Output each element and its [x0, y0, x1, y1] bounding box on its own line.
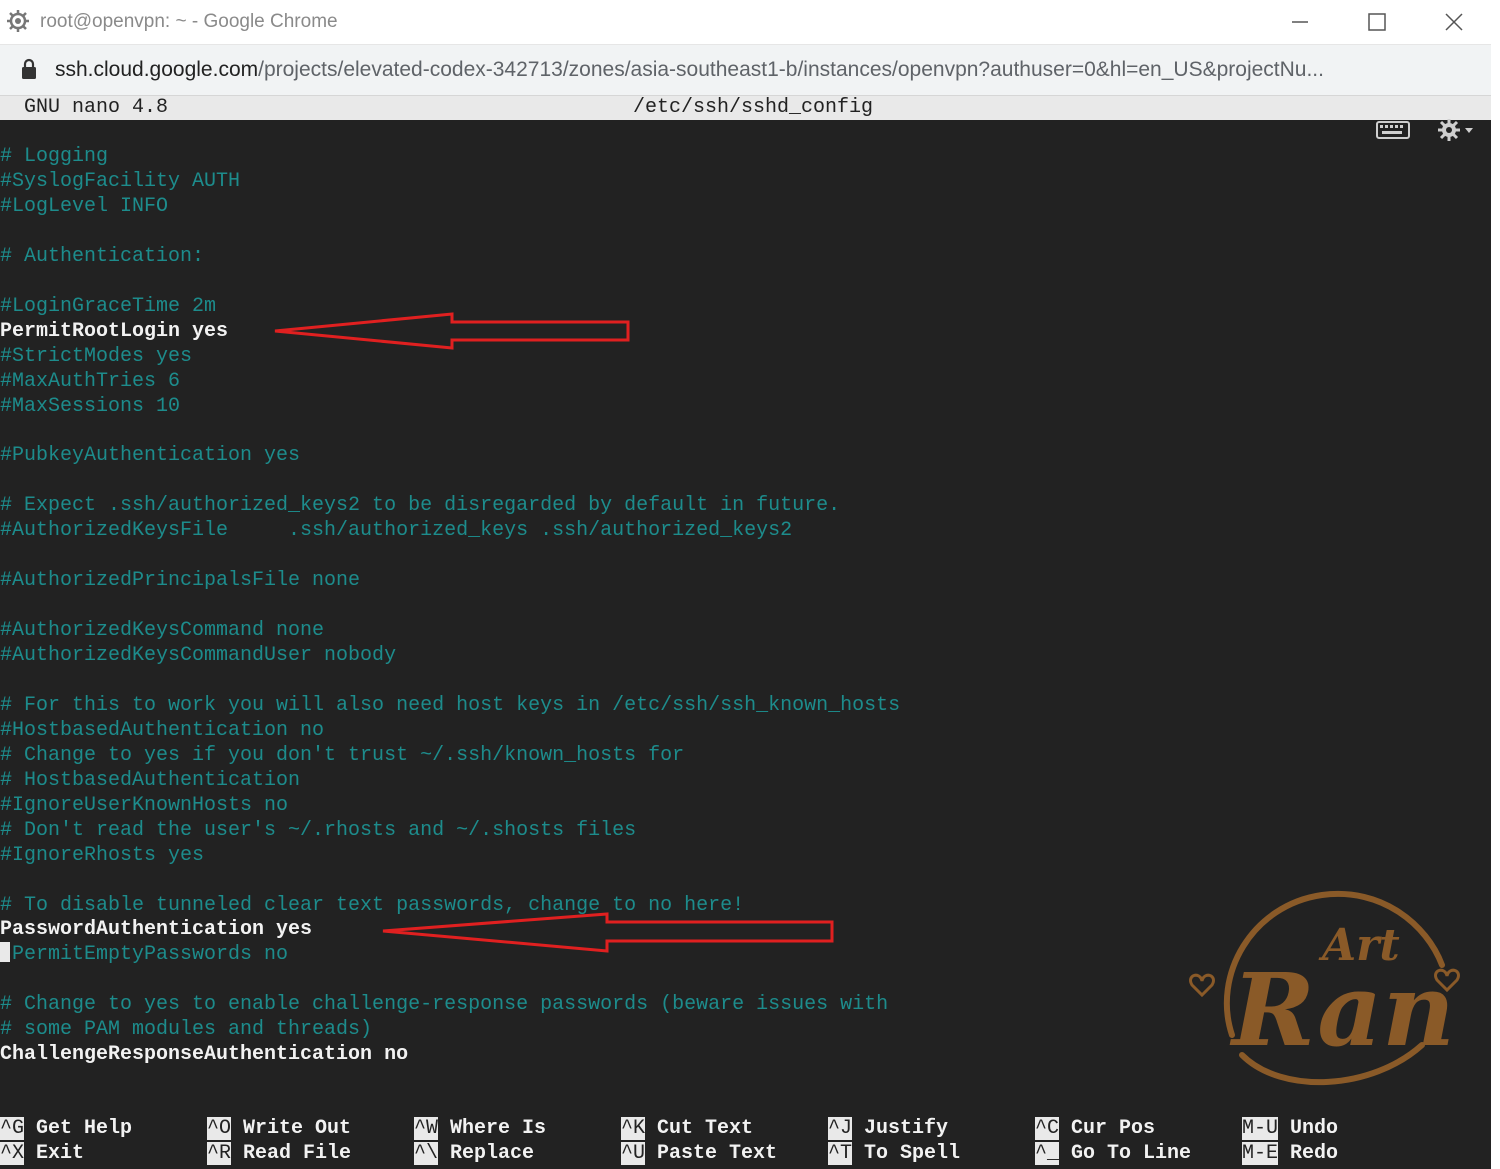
shortcut-item: ^U Paste Text [621, 1141, 777, 1166]
shortcut-label: Cur Pos [1071, 1117, 1156, 1140]
shortcut-label: Go To Line [1071, 1142, 1192, 1165]
shortcut-item: M-E Redo [1242, 1141, 1338, 1166]
shortcut-item: ^X Exit [0, 1141, 84, 1166]
shortcut-label: To Spell [864, 1142, 961, 1165]
shortcut-key: ^W [414, 1117, 439, 1140]
close-icon [1445, 13, 1463, 31]
shortcut-label: Redo [1290, 1142, 1339, 1165]
shortcut-key: ^G [0, 1117, 25, 1140]
browser-title-bar: root@openvpn: ~ - Google Chrome [0, 0, 1491, 45]
shortcut-item: ^K Cut Text [621, 1116, 753, 1141]
shortcut-item: ^J Justify [828, 1116, 948, 1141]
maximize-button[interactable] [1357, 6, 1397, 38]
shortcut-key: M-U [1242, 1117, 1279, 1140]
shortcut-key: ^X [0, 1142, 25, 1165]
shortcut-key: M-E [1242, 1142, 1279, 1165]
address-bar[interactable]: ssh.cloud.google.com/projects/elevated-c… [0, 45, 1491, 96]
window-edge [1491, 0, 1500, 1169]
chrome-app-icon [6, 9, 30, 33]
shortcut-key: ^O [207, 1117, 232, 1140]
lock-icon [20, 58, 38, 80]
maximize-icon [1368, 13, 1386, 31]
shortcut-label: Undo [1290, 1117, 1339, 1140]
shortcut-item: ^T To Spell [828, 1141, 960, 1166]
annotation-arrow-passwordauthentication [382, 912, 834, 953]
shortcut-key: ^T [828, 1142, 853, 1165]
shortcut-key: ^K [621, 1117, 646, 1140]
shortcut-item: M-U Undo [1242, 1116, 1338, 1141]
shortcut-label: Get Help [36, 1117, 133, 1140]
minimize-button[interactable] [1280, 6, 1320, 38]
shortcut-item: ^G Get Help [0, 1116, 132, 1141]
shortcut-item: ^R Read File [207, 1141, 351, 1166]
shortcut-item: ^_ Go To Line [1035, 1141, 1191, 1166]
nano-shortcut-bar: ^G Get Help ^X Exit ^O Write Out ^R Read Fi… [0, 1116, 1491, 1169]
close-button[interactable] [1434, 6, 1474, 38]
shortcut-key: ^\ [414, 1142, 439, 1165]
shortcut-label: Write Out [243, 1117, 352, 1140]
shortcut-key: ^J [828, 1117, 853, 1140]
url-text[interactable]: ssh.cloud.google.com/projects/elevated-c… [55, 58, 1324, 82]
minimize-icon [1292, 21, 1308, 23]
shortcut-label: Justify [864, 1117, 949, 1140]
shortcut-label: Where Is [450, 1117, 547, 1140]
annotation-arrow-permitrootlogin [274, 312, 630, 350]
shortcut-label: Read File [243, 1142, 352, 1165]
shortcut-label: Cut Text [657, 1117, 754, 1140]
shortcut-key: ^C [1035, 1117, 1060, 1140]
shortcut-key: ^_ [1035, 1142, 1060, 1165]
shortcut-item: ^\ Replace [414, 1141, 534, 1166]
shortcut-item: ^W Where Is [414, 1116, 546, 1141]
shortcut-key: ^U [621, 1142, 646, 1165]
window-title: root@openvpn: ~ - Google Chrome [40, 11, 338, 32]
shortcut-item: ^C Cur Pos [1035, 1116, 1155, 1141]
artran-watermark-logo: Art Ran [1172, 885, 1472, 1105]
shortcut-label: Replace [450, 1142, 535, 1165]
shortcut-label: Exit [36, 1142, 85, 1165]
url-host: ssh.cloud.google.com [55, 58, 259, 81]
url-path: /projects/elevated-codex-342713/zones/as… [258, 58, 1324, 81]
watermark-line2: Ran [1229, 951, 1455, 1069]
shortcut-item: ^O Write Out [207, 1116, 351, 1141]
shortcut-label: Paste Text [657, 1142, 778, 1165]
shortcut-key: ^R [207, 1142, 232, 1165]
